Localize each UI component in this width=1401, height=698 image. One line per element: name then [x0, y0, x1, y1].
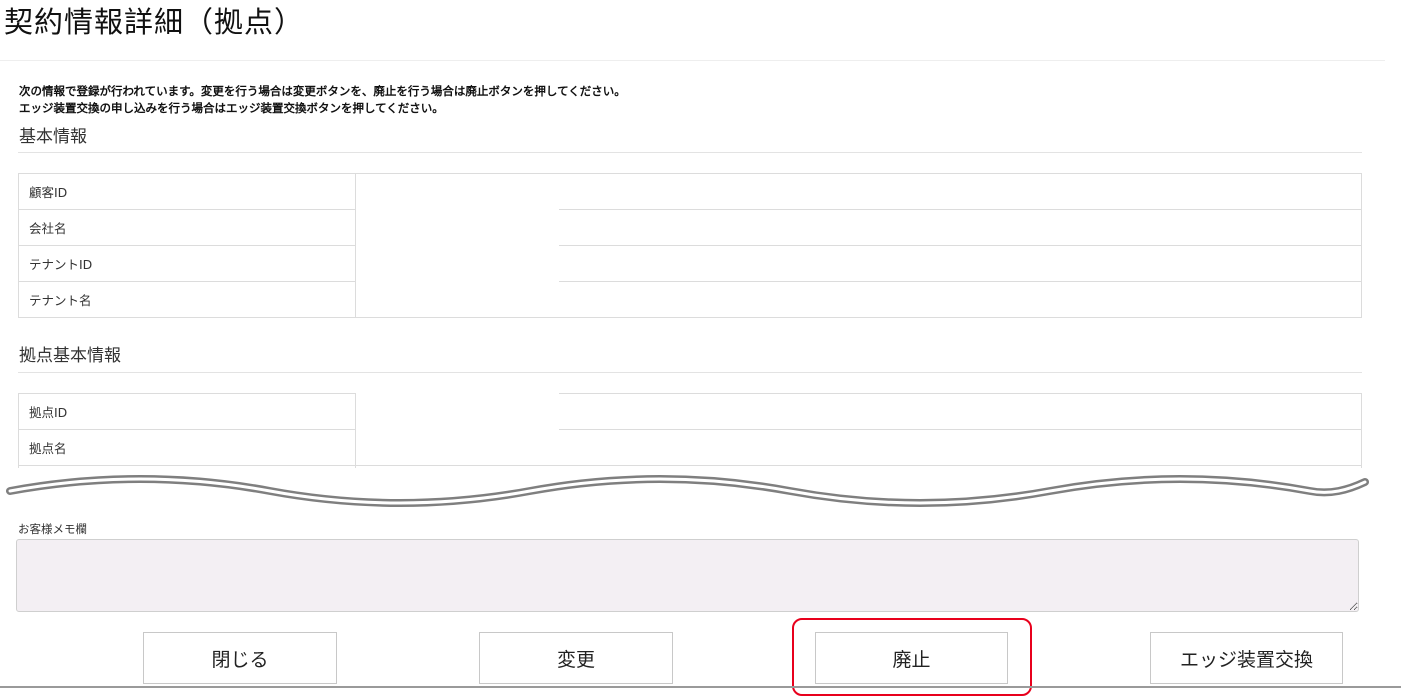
page-title: 契約情報詳細（拠点） [4, 5, 305, 39]
instruction-text: 次の情報で登録が行われています。変更を行う場合は変更ボタンを、廃止を行う場合は廃… [19, 83, 626, 117]
basic-info-table: 顧客ID 会社名 テナントID テナント名 [18, 173, 1362, 318]
site-name-label: 拠点名 [18, 429, 356, 466]
omission-wave-break [0, 468, 1401, 518]
site-name-value [355, 429, 1362, 466]
basic-info-divider [18, 152, 1362, 153]
tenant-id-label: テナントID [18, 245, 356, 282]
instruction-line-1: 次の情報で登録が行われています。変更を行う場合は変更ボタンを、廃止を行う場合は廃… [19, 84, 626, 98]
company-name-label: 会社名 [18, 209, 356, 246]
memo-textarea[interactable] [16, 539, 1359, 612]
cancel-contract-button[interactable]: 廃止 [815, 632, 1008, 684]
memo-label: お客様メモ欄 [18, 522, 87, 536]
site-id-label: 拠点ID [18, 393, 356, 430]
contract-detail-page: 契約情報詳細（拠点） 次の情報で登録が行われています。変更を行う場合は変更ボタン… [0, 0, 1401, 698]
table-row: 拠点ID [18, 393, 1362, 430]
redacted-area [356, 245, 559, 282]
table-row: 顧客ID [18, 173, 1362, 210]
redacted-area [356, 209, 559, 246]
table-row: テナントID [18, 245, 1362, 282]
bottom-divider [0, 686, 1401, 688]
customer-id-label: 顧客ID [18, 173, 356, 210]
table-row: 拠点名 [18, 429, 1362, 466]
change-button[interactable]: 変更 [479, 632, 673, 684]
site-info-heading: 拠点基本情報 [19, 346, 121, 366]
instruction-line-2: エッジ装置交換の申し込みを行う場合はエッジ装置交換ボタンを押してください。 [19, 101, 444, 115]
title-divider [0, 60, 1385, 61]
company-name-value [355, 209, 1362, 246]
table-row: テナント名 [18, 281, 1362, 318]
site-id-value [355, 393, 1362, 430]
redacted-area [356, 393, 559, 430]
site-info-divider [18, 372, 1362, 373]
edge-device-replace-button[interactable]: エッジ装置交換 [1150, 632, 1343, 684]
basic-info-heading: 基本情報 [19, 127, 87, 147]
tenant-id-value [355, 245, 1362, 282]
table-row: 会社名 [18, 209, 1362, 246]
tenant-name-label: テナント名 [18, 281, 356, 318]
close-button[interactable]: 閉じる [143, 632, 337, 684]
customer-id-value [355, 173, 1362, 210]
tenant-name-value [355, 281, 1362, 318]
